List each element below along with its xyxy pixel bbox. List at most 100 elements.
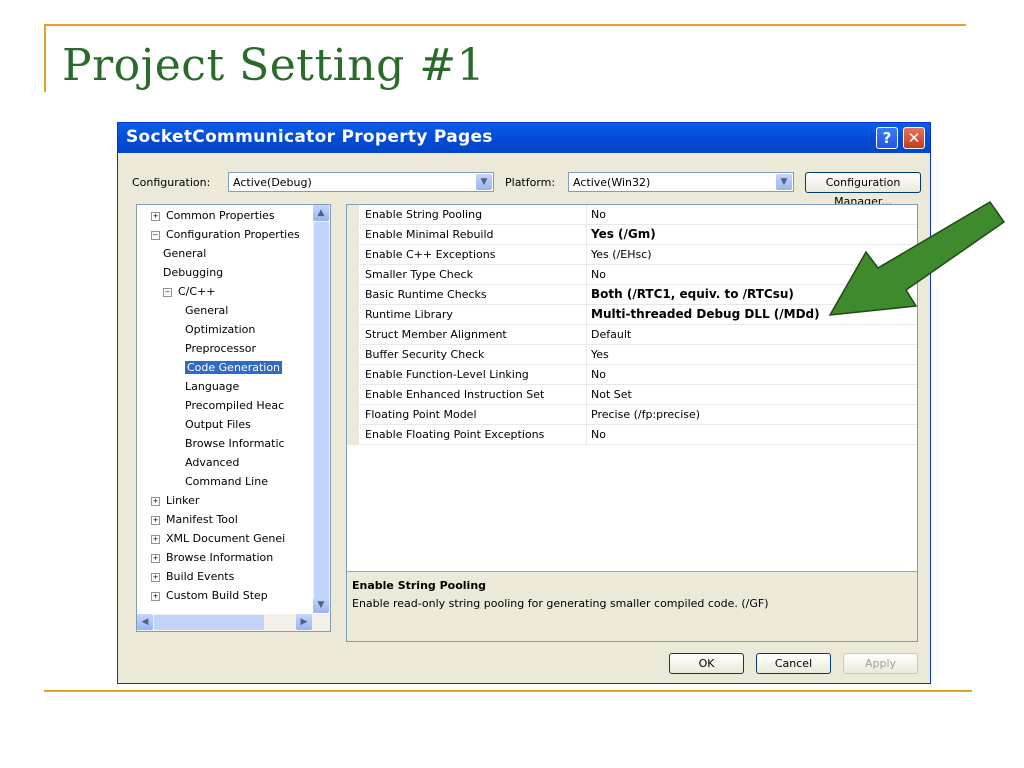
- tree-item-label: Optimization: [185, 323, 256, 336]
- tree-item-label: Linker: [166, 494, 200, 507]
- tree-horizontal-scrollbar[interactable]: ◀ ▶: [137, 614, 330, 631]
- tree-item[interactable]: Preprocessor: [185, 339, 256, 358]
- tree-vertical-scrollbar[interactable]: ▲ ▼: [313, 205, 330, 613]
- property-row[interactable]: Buffer Security Check Yes: [347, 345, 917, 365]
- tree-item[interactable]: + Custom Build Step: [151, 586, 268, 605]
- tree-item[interactable]: + Browse Information: [151, 548, 273, 567]
- description-text: Enable read-only string pooling for gene…: [352, 597, 769, 610]
- expand-icon[interactable]: +: [151, 554, 160, 563]
- property-value[interactable]: Yes (/Gm): [591, 227, 656, 241]
- tree-item[interactable]: Debugging: [163, 263, 223, 282]
- tree-item-label: Configuration Properties: [166, 228, 300, 241]
- tree-item[interactable]: + Common Properties: [151, 206, 275, 225]
- configuration-manager-button[interactable]: Configuration Manager...: [805, 172, 921, 208]
- tree-item[interactable]: − C/C++: [163, 282, 216, 301]
- property-name: Enable C++ Exceptions: [365, 248, 496, 261]
- expand-icon[interactable]: +: [151, 516, 160, 525]
- tree-item[interactable]: Browse Informatic: [185, 434, 285, 453]
- dialog-title: SocketCommunicator Property Pages: [126, 127, 493, 147]
- property-name: Buffer Security Check: [365, 348, 485, 361]
- property-value[interactable]: Yes (/EHsc): [591, 248, 652, 261]
- tree-item[interactable]: General: [163, 244, 206, 263]
- tree-item[interactable]: Optimization: [185, 320, 255, 339]
- row-gutter: [347, 285, 359, 305]
- tree-item[interactable]: Command Line: [185, 472, 268, 491]
- description-title: Enable String Pooling: [352, 579, 487, 592]
- expand-icon[interactable]: +: [151, 573, 160, 582]
- property-value[interactable]: Not Set: [591, 388, 632, 401]
- configuration-dropdown[interactable]: Active(Debug) ▼: [228, 172, 494, 192]
- tree-item[interactable]: Precompiled Heac: [185, 396, 284, 415]
- row-gutter: [347, 345, 359, 365]
- tree-item-label: Command Line: [185, 475, 268, 488]
- tree-item-label: Common Properties: [166, 209, 275, 222]
- scroll-left-icon[interactable]: ◀: [137, 614, 153, 630]
- property-value[interactable]: Precise (/fp:precise): [591, 408, 700, 421]
- platform-dropdown[interactable]: Active(Win32) ▼: [568, 172, 794, 192]
- property-value[interactable]: Multi-threaded Debug DLL (/MDd): [591, 307, 820, 321]
- scroll-down-icon[interactable]: ▼: [313, 597, 329, 613]
- expand-icon[interactable]: +: [151, 592, 160, 601]
- slide-title: Project Setting #1: [62, 40, 486, 91]
- column-separator: [586, 425, 587, 445]
- property-value[interactable]: Both (/RTC1, equiv. to /RTCsu): [591, 287, 794, 301]
- property-row[interactable]: Enable Floating Point Exceptions No: [347, 425, 917, 445]
- scroll-up-icon[interactable]: ▲: [313, 205, 329, 221]
- row-gutter: [347, 305, 359, 325]
- tree-item[interactable]: + Linker: [151, 491, 199, 510]
- collapse-icon[interactable]: −: [163, 288, 172, 297]
- tree-item[interactable]: Language: [185, 377, 239, 396]
- tree-item-label: General: [163, 247, 207, 260]
- tree-item[interactable]: + Manifest Tool: [151, 510, 238, 529]
- property-value[interactable]: Default: [591, 328, 631, 341]
- tree-item-label: Browse Informatic: [185, 437, 285, 450]
- tree-item[interactable]: Code Generation: [185, 358, 283, 377]
- expand-icon[interactable]: +: [151, 535, 160, 544]
- tree-item-label: Debugging: [163, 266, 224, 279]
- platform-value: Active(Win32): [573, 176, 651, 189]
- property-name: Basic Runtime Checks: [365, 288, 487, 301]
- tree-item[interactable]: General: [185, 301, 228, 320]
- tree-item-label: Browse Information: [166, 551, 274, 564]
- column-separator: [586, 225, 587, 245]
- tree-item[interactable]: − Configuration Properties: [151, 225, 300, 244]
- configuration-label: Configuration:: [132, 176, 211, 189]
- tree-item-label: Custom Build Step: [166, 589, 268, 602]
- property-row[interactable]: Floating Point Model Precise (/fp:precise…: [347, 405, 917, 425]
- cancel-button[interactable]: Cancel: [756, 653, 831, 674]
- column-separator: [586, 345, 587, 365]
- property-value[interactable]: No: [591, 428, 606, 441]
- scroll-thumb[interactable]: [314, 222, 329, 600]
- tree-item[interactable]: + XML Document Genei: [151, 529, 285, 548]
- property-value[interactable]: No: [591, 268, 606, 281]
- expand-icon[interactable]: +: [151, 497, 160, 506]
- row-gutter: [347, 425, 359, 445]
- description-panel: Enable String Pooling Enable read-only s…: [347, 571, 917, 641]
- dialog-titlebar[interactable]: SocketCommunicator Property Pages ? ✕: [118, 123, 930, 153]
- tree-item[interactable]: Output Files: [185, 415, 251, 434]
- expand-icon[interactable]: +: [151, 212, 160, 221]
- close-button[interactable]: ✕: [903, 127, 925, 149]
- tree-item[interactable]: Advanced: [185, 453, 239, 472]
- tree-item-label: Language: [185, 380, 240, 393]
- ok-button[interactable]: OK: [669, 653, 744, 674]
- property-value[interactable]: No: [591, 368, 606, 381]
- tree-item[interactable]: + Build Events: [151, 567, 234, 586]
- property-value[interactable]: Yes: [591, 348, 609, 361]
- property-row[interactable]: Enable Enhanced Instruction Set Not Set: [347, 385, 917, 405]
- scroll-right-icon[interactable]: ▶: [296, 614, 312, 630]
- tree-item-label: Build Events: [166, 570, 235, 583]
- property-name: Enable Enhanced Instruction Set: [365, 388, 545, 401]
- property-tree[interactable]: + Custom Build Step + Build Events + Browse I…: [136, 204, 331, 632]
- column-separator: [586, 205, 587, 225]
- collapse-icon[interactable]: −: [151, 231, 160, 240]
- horizontal-scroll-thumb[interactable]: [154, 615, 264, 630]
- property-value[interactable]: No: [591, 208, 606, 221]
- tree-item-label: Output Files: [185, 418, 251, 431]
- row-gutter: [347, 205, 359, 225]
- property-name: Enable Function-Level Linking: [365, 368, 529, 381]
- help-button[interactable]: ?: [876, 127, 898, 149]
- apply-button[interactable]: Apply: [843, 653, 918, 674]
- tree-item-label: Manifest Tool: [166, 513, 238, 526]
- property-row[interactable]: Enable Function-Level Linking No: [347, 365, 917, 385]
